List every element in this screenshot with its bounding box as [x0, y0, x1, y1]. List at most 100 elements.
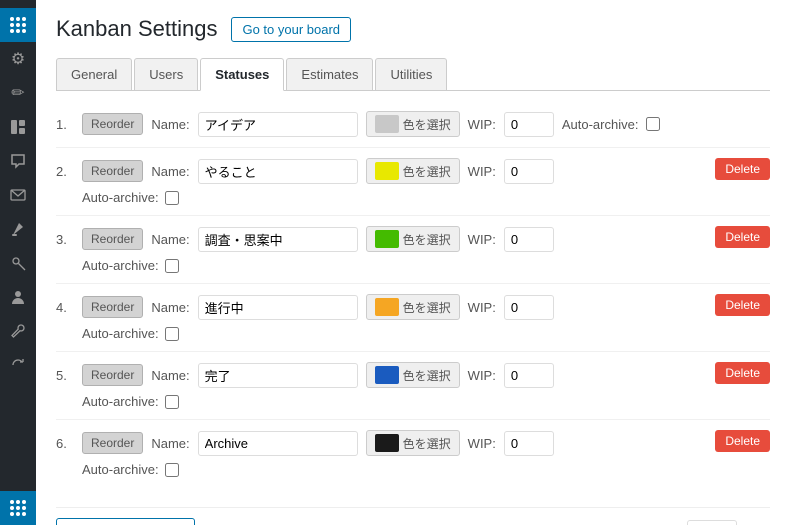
auto-archive-checkbox-3[interactable] — [165, 259, 179, 273]
status-row-group-4: 4. Reorder Name: 色を選択 WIP: Delete Auto-a… — [56, 290, 770, 352]
row-number-4: 4. — [56, 300, 74, 315]
name-input-1[interactable] — [198, 112, 358, 137]
color-swatch-6 — [375, 434, 399, 452]
add-status-button[interactable]: Add another status — [56, 518, 195, 525]
auto-archive-checkbox-5[interactable] — [165, 395, 179, 409]
sub-row-4: Auto-archive: — [56, 324, 770, 345]
refresh-icon[interactable] — [0, 348, 36, 382]
wip-label-1: WIP: — [468, 117, 496, 132]
wip-input-1[interactable] — [504, 112, 554, 137]
sub-row-5: Auto-archive: — [56, 392, 770, 413]
name-input-6[interactable] — [198, 431, 358, 456]
auto-archive-label-5: Auto-archive: — [82, 394, 159, 409]
tab-users[interactable]: Users — [134, 58, 198, 90]
name-input-3[interactable] — [198, 227, 358, 252]
tab-utilities[interactable]: Utilities — [375, 58, 447, 90]
status-list: 1. Reorder Name: 色を選択 WIP: Auto-archive:… — [56, 107, 770, 491]
comments-icon[interactable] — [0, 144, 36, 178]
user-icon[interactable] — [0, 280, 36, 314]
tabs-bar: General Users Statuses Estimates Utiliti… — [56, 58, 770, 91]
go-to-board-button[interactable]: Go to your board — [231, 17, 351, 42]
sub-row-6: Auto-archive: — [56, 460, 770, 481]
name-label-6: Name: — [151, 436, 189, 451]
color-swatch-4 — [375, 298, 399, 316]
auto-archive-label-1: Auto-archive: — [562, 117, 639, 132]
delete-button-2[interactable]: Delete — [715, 158, 770, 180]
color-button-2[interactable]: 色を選択 — [366, 158, 460, 184]
auto-archive-label-4: Auto-archive: — [82, 326, 159, 341]
auto-archive-checkbox-2[interactable] — [165, 191, 179, 205]
reorder-button-2[interactable]: Reorder — [82, 160, 143, 182]
wip-label-6: WIP: — [468, 436, 496, 451]
brush-icon[interactable] — [0, 212, 36, 246]
wip-input-5[interactable] — [504, 363, 554, 388]
days-input[interactable] — [687, 520, 737, 525]
status-row-4: 4. Reorder Name: 色を選択 WIP: Delete — [56, 290, 770, 324]
sidebar-icon-grid[interactable] — [0, 8, 36, 42]
footer-autoarchive-text: Auto-archive : Tasks will be automatical… — [369, 520, 770, 525]
color-button-1[interactable]: 色を選択 — [366, 111, 460, 137]
delete-button-6[interactable]: Delete — [715, 430, 770, 452]
sub-row-2: Auto-archive: — [56, 188, 770, 209]
reorder-button-4[interactable]: Reorder — [82, 296, 143, 318]
tab-estimates[interactable]: Estimates — [286, 58, 373, 90]
row-number-3: 3. — [56, 232, 74, 247]
tool-icon[interactable] — [0, 246, 36, 280]
auto-archive-checkbox-6[interactable] — [165, 463, 179, 477]
reorder-button-5[interactable]: Reorder — [82, 364, 143, 386]
wip-input-2[interactable] — [504, 159, 554, 184]
delete-button-4[interactable]: Delete — [715, 294, 770, 316]
wip-input-4[interactable] — [504, 295, 554, 320]
status-row-group-1: 1. Reorder Name: 色を選択 WIP: Auto-archive: — [56, 107, 770, 148]
reorder-button-3[interactable]: Reorder — [82, 228, 143, 250]
auto-archive-checkbox-4[interactable] — [165, 327, 179, 341]
wip-label-5: WIP: — [468, 368, 496, 383]
color-swatch-1 — [375, 115, 399, 133]
auto-archive-label-6: Auto-archive: — [82, 462, 159, 477]
wip-input-3[interactable] — [504, 227, 554, 252]
wip-label-4: WIP: — [468, 300, 496, 315]
color-swatch-2 — [375, 162, 399, 180]
sub-row-3: Auto-archive: — [56, 256, 770, 277]
name-input-4[interactable] — [198, 295, 358, 320]
row-number-5: 5. — [56, 368, 74, 383]
name-label-1: Name: — [151, 117, 189, 132]
auto-archive-checkbox-1[interactable] — [646, 117, 660, 131]
reorder-button-6[interactable]: Reorder — [82, 432, 143, 454]
color-swatch-3 — [375, 230, 399, 248]
name-label-5: Name: — [151, 368, 189, 383]
tab-statuses[interactable]: Statuses — [200, 58, 284, 91]
main-content: Kanban Settings Go to your board General… — [36, 0, 790, 525]
page-title: Kanban Settings — [56, 16, 217, 42]
color-button-4[interactable]: 色を選択 — [366, 294, 460, 320]
mail-icon[interactable] — [0, 178, 36, 212]
status-row-5: 5. Reorder Name: 色を選択 WIP: Delete — [56, 358, 770, 392]
status-row-1: 1. Reorder Name: 色を選択 WIP: Auto-archive: — [56, 107, 770, 141]
settings-icon[interactable]: ⚙ — [0, 42, 36, 76]
status-row-group-6: 6. Reorder Name: 色を選択 WIP: Delete Auto-a… — [56, 426, 770, 487]
auto-archive-label-2: Auto-archive: — [82, 190, 159, 205]
footer: Add another status Auto-archive : Tasks … — [56, 507, 770, 525]
status-row-group-2: 2. Reorder Name: 色を選択 WIP: Delete Auto-a… — [56, 154, 770, 216]
delete-button-5[interactable]: Delete — [715, 362, 770, 384]
wrench-icon[interactable] — [0, 314, 36, 348]
auto-archive-label-3: Auto-archive: — [82, 258, 159, 273]
wip-input-6[interactable] — [504, 431, 554, 456]
layout-icon[interactable] — [0, 110, 36, 144]
color-swatch-5 — [375, 366, 399, 384]
color-button-5[interactable]: 色を選択 — [366, 362, 460, 388]
status-row-6: 6. Reorder Name: 色を選択 WIP: Delete — [56, 426, 770, 460]
tab-general[interactable]: General — [56, 58, 132, 90]
pencil-icon[interactable]: ✏ — [0, 76, 36, 110]
reorder-button-1[interactable]: Reorder — [82, 113, 143, 135]
name-input-5[interactable] — [198, 363, 358, 388]
status-row-3: 3. Reorder Name: 色を選択 WIP: Delete — [56, 222, 770, 256]
name-label-4: Name: — [151, 300, 189, 315]
name-input-2[interactable] — [198, 159, 358, 184]
color-button-3[interactable]: 色を選択 — [366, 226, 460, 252]
color-button-6[interactable]: 色を選択 — [366, 430, 460, 456]
delete-button-3[interactable]: Delete — [715, 226, 770, 248]
kanban-icon[interactable] — [0, 491, 36, 525]
row-number-6: 6. — [56, 436, 74, 451]
row-number-2: 2. — [56, 164, 74, 179]
